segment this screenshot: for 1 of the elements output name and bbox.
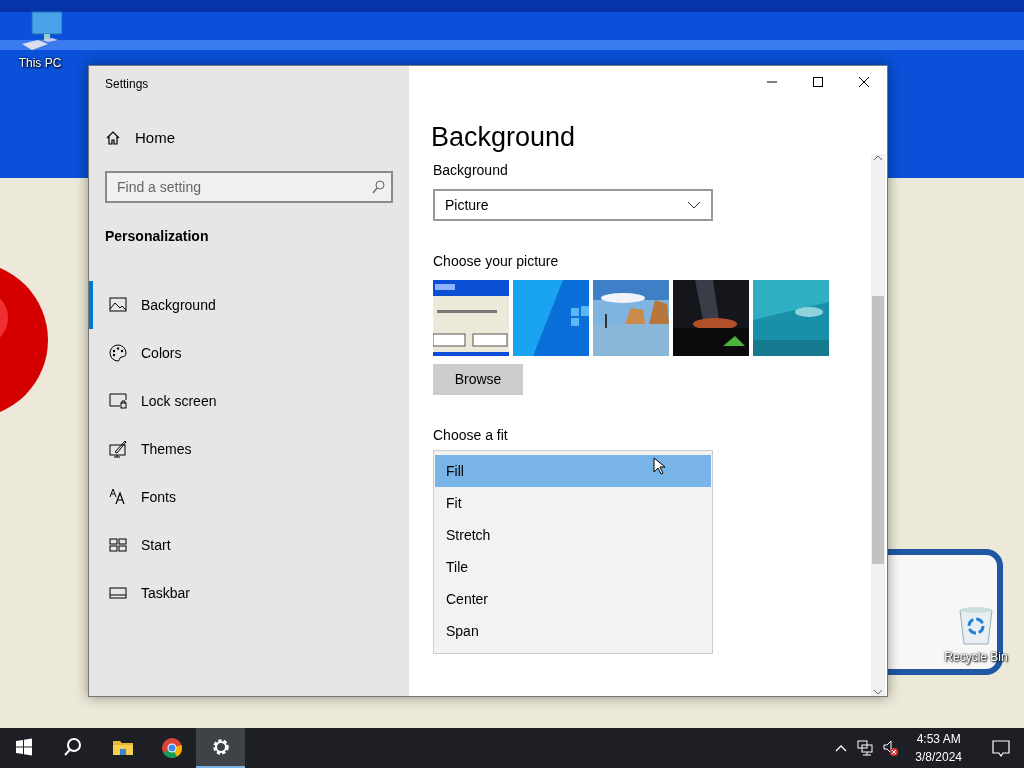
clock[interactable]: 4:53 AM 3/8/2024 <box>909 730 968 766</box>
